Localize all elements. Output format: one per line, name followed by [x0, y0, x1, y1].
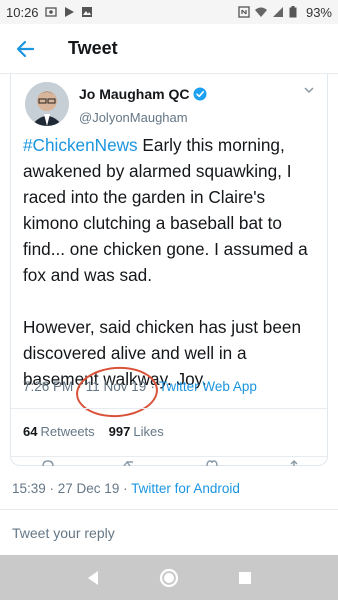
wifi-icon	[254, 6, 267, 18]
reply-tweet-timestamp[interactable]: 15:39 · 27 Dec 19 ·	[12, 481, 131, 496]
retweets-label: Retweets	[40, 424, 95, 439]
verified-badge-icon	[193, 87, 207, 101]
photo-icon	[81, 6, 93, 18]
tweet-actions	[41, 460, 301, 466]
tweet-card[interactable]: Jo Maugham QC @JolyonMaugham #ChickenNew…	[10, 74, 328, 466]
retweet-icon[interactable]	[123, 460, 137, 466]
tweet-time[interactable]: 7:26 PM	[23, 379, 73, 394]
divider	[11, 408, 327, 409]
share-icon[interactable]	[287, 460, 301, 466]
avatar[interactable]	[25, 82, 69, 126]
likes-count: 997	[108, 424, 131, 439]
tweet-text: #ChickenNews Early this morning, awakene…	[23, 132, 325, 392]
likes-label: Likes	[133, 424, 164, 439]
signal-icon	[272, 6, 284, 18]
reply-tweet-meta: 15:39 · 27 Dec 19 · Twitter for Android	[12, 481, 240, 496]
square-recents-icon	[239, 571, 251, 584]
photo-icon	[44, 6, 57, 18]
nav-recents-button[interactable]	[234, 567, 256, 589]
arrow-left-icon	[16, 40, 35, 57]
circle-home-icon	[159, 568, 179, 587]
like-icon[interactable]	[205, 460, 219, 466]
author-handle: @JolyonMaugham	[79, 110, 188, 125]
reply-input[interactable]: Tweet your reply	[12, 525, 115, 541]
page-title: Tweet	[68, 38, 118, 58]
tweet-author[interactable]: Jo Maugham QC @JolyonMaugham	[25, 82, 207, 126]
tweet-stats: 64 Retweets 997 Likes	[23, 424, 164, 439]
app-bar: Tweet	[0, 24, 338, 74]
nav-home-button[interactable]	[158, 567, 180, 589]
divider	[11, 456, 327, 457]
nfc-icon	[238, 6, 250, 18]
system-nav-bar	[0, 555, 338, 600]
triangle-back-icon	[88, 570, 98, 585]
reply-icon[interactable]	[41, 460, 55, 466]
hashtag-link[interactable]: #ChickenNews	[23, 135, 138, 155]
battery-icon	[289, 6, 301, 18]
battery-level: 93%	[305, 4, 332, 20]
retweets-count: 64	[23, 424, 38, 439]
status-time: 10:26	[6, 4, 39, 20]
tweet-text-para1: Early this morning, awakened by alarmed …	[23, 135, 308, 285]
back-button[interactable]	[10, 34, 40, 64]
play-store-icon	[63, 6, 75, 18]
reply-tweet-source-link[interactable]: Twitter for Android	[131, 481, 240, 496]
tweet-source-link[interactable]: Twitter Web App	[159, 379, 257, 394]
divider	[0, 509, 338, 510]
status-bar: 10:26 93%	[0, 0, 338, 24]
author-name: Jo Maugham QC	[79, 86, 190, 102]
likes-stat[interactable]: 997 Likes	[109, 424, 164, 439]
chevron-down-icon[interactable]	[303, 84, 315, 96]
nav-back-button[interactable]	[82, 567, 104, 589]
retweets-stat[interactable]: 64 Retweets	[23, 424, 95, 439]
